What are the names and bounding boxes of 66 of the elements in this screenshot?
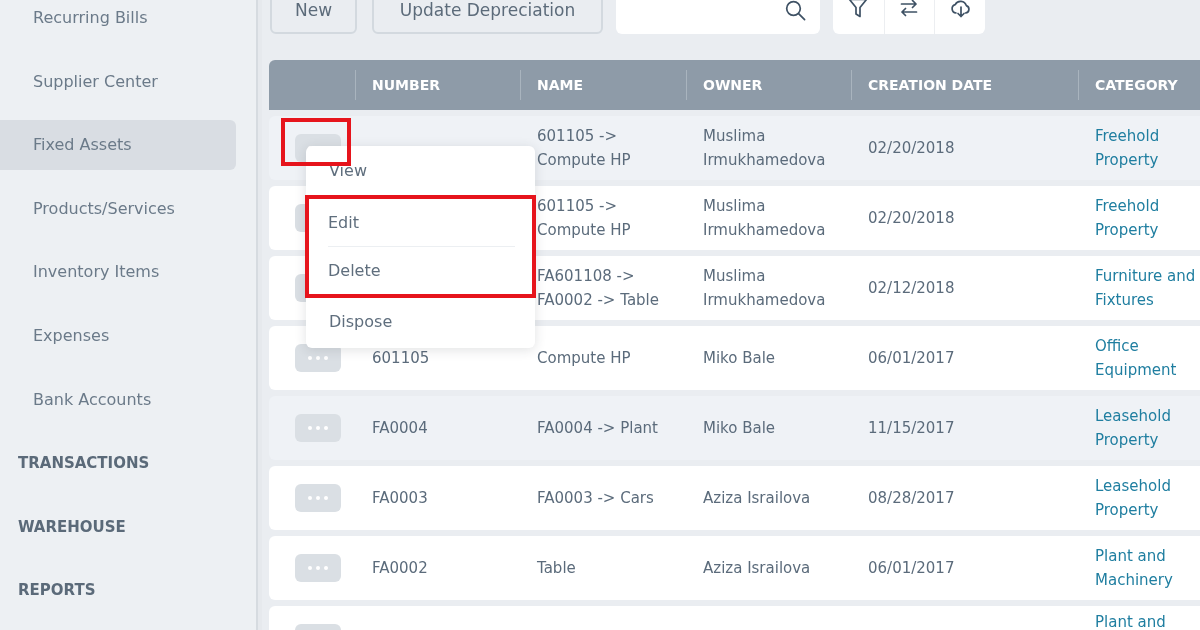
asset-number: FA0003 bbox=[372, 488, 428, 509]
toolbar-button[interactable]: Update Depreciation bbox=[372, 0, 603, 34]
more-icon bbox=[308, 496, 328, 500]
more-actions-button[interactable] bbox=[295, 484, 341, 512]
asset-name: 601105 -> Compute HP bbox=[537, 126, 632, 171]
category-link[interactable]: Freehold Property bbox=[1095, 124, 1200, 172]
column-header[interactable]: CATEGORY bbox=[1095, 74, 1178, 96]
sidebar-item[interactable]: Bank Accounts bbox=[0, 374, 236, 425]
owner-name: Aziza Israilova bbox=[703, 488, 811, 509]
creation-date: 02/20/2018 bbox=[868, 208, 955, 229]
menu-item[interactable]: Edit bbox=[309, 199, 532, 246]
filter-icon bbox=[848, 0, 869, 18]
column-header[interactable]: CREATION DATE bbox=[868, 74, 993, 96]
more-actions-button[interactable] bbox=[295, 554, 341, 582]
sidebar-section[interactable]: TRANSACTIONS bbox=[0, 438, 236, 489]
column-header[interactable]: NUMBER bbox=[372, 74, 441, 96]
creation-date: 02/12/2018 bbox=[868, 278, 955, 299]
owner-name: Muslima Irmukhamedova bbox=[703, 196, 827, 241]
asset-name: FA0003 -> Cars bbox=[537, 488, 654, 509]
column-header[interactable]: OWNER bbox=[703, 74, 763, 96]
cloud-download-icon bbox=[949, 0, 971, 18]
asset-name: Compute HP bbox=[537, 348, 631, 369]
creation-date: 06/01/2017 bbox=[868, 558, 955, 579]
asset-number: FA0002 bbox=[372, 558, 428, 579]
creation-date: 06/01/2017 bbox=[868, 348, 955, 369]
more-actions-button[interactable] bbox=[295, 414, 341, 442]
creation-date: 11/15/2017 bbox=[868, 418, 955, 439]
asset-name: FA0004 -> Plant bbox=[537, 418, 658, 439]
asset-name: FA601108 -> FA0002 -> Table bbox=[537, 266, 660, 311]
owner-name: Muslima Irmukhamedova bbox=[703, 126, 827, 171]
category-link[interactable]: Furniture and Fixtures bbox=[1095, 264, 1200, 312]
sidebar-item[interactable]: Inventory Items bbox=[0, 247, 236, 298]
sidebar-item[interactable]: Supplier Center bbox=[0, 56, 236, 107]
more-icon bbox=[308, 356, 328, 360]
menu-item[interactable]: Dispose bbox=[306, 297, 535, 347]
creation-date: 02/20/2018 bbox=[868, 138, 955, 159]
category-link[interactable]: Plant and Machinery bbox=[1095, 544, 1200, 592]
asset-name: Table bbox=[537, 558, 576, 579]
owner-name: Muslima Irmukhamedova bbox=[703, 266, 827, 311]
sidebar-item[interactable]: Fixed Assets bbox=[0, 120, 236, 171]
owner-name: Aziza Israilova bbox=[703, 558, 811, 579]
sidebar-section[interactable]: WAREHOUSE bbox=[0, 501, 236, 552]
more-icon bbox=[308, 566, 328, 570]
asset-name: 601105 -> Compute HP bbox=[537, 196, 632, 241]
category-link[interactable]: Leasehold Property bbox=[1095, 474, 1200, 522]
toolbar-button[interactable]: New bbox=[270, 0, 357, 34]
search-field[interactable] bbox=[616, 0, 820, 34]
asset-number: 601105 bbox=[372, 348, 430, 369]
menu-item[interactable]: Delete bbox=[309, 247, 532, 294]
sidebar-item[interactable]: Recurring Bills bbox=[0, 0, 236, 43]
sidebar-item[interactable]: Expenses bbox=[0, 310, 236, 361]
category-link[interactable]: Leasehold Property bbox=[1095, 404, 1200, 452]
category-link[interactable]: Office Equipment bbox=[1095, 334, 1200, 382]
more-icon bbox=[308, 426, 328, 430]
creation-date: 08/28/2017 bbox=[868, 488, 955, 509]
category-link[interactable]: Plant and bbox=[1095, 610, 1166, 630]
swap-icon bbox=[899, 0, 920, 18]
column-header[interactable]: NAME bbox=[537, 74, 584, 96]
owner-name: Miko Bale bbox=[703, 418, 776, 439]
sidebar-item[interactable]: Products/Services bbox=[0, 183, 236, 234]
search-icon bbox=[785, 0, 806, 21]
sidebar-section[interactable]: REPORTS bbox=[0, 565, 236, 616]
owner-name: Miko Bale bbox=[703, 348, 776, 369]
more-actions-button[interactable] bbox=[295, 344, 341, 372]
asset-number: FA0004 bbox=[372, 418, 428, 439]
category-link[interactable]: Freehold Property bbox=[1095, 194, 1200, 242]
